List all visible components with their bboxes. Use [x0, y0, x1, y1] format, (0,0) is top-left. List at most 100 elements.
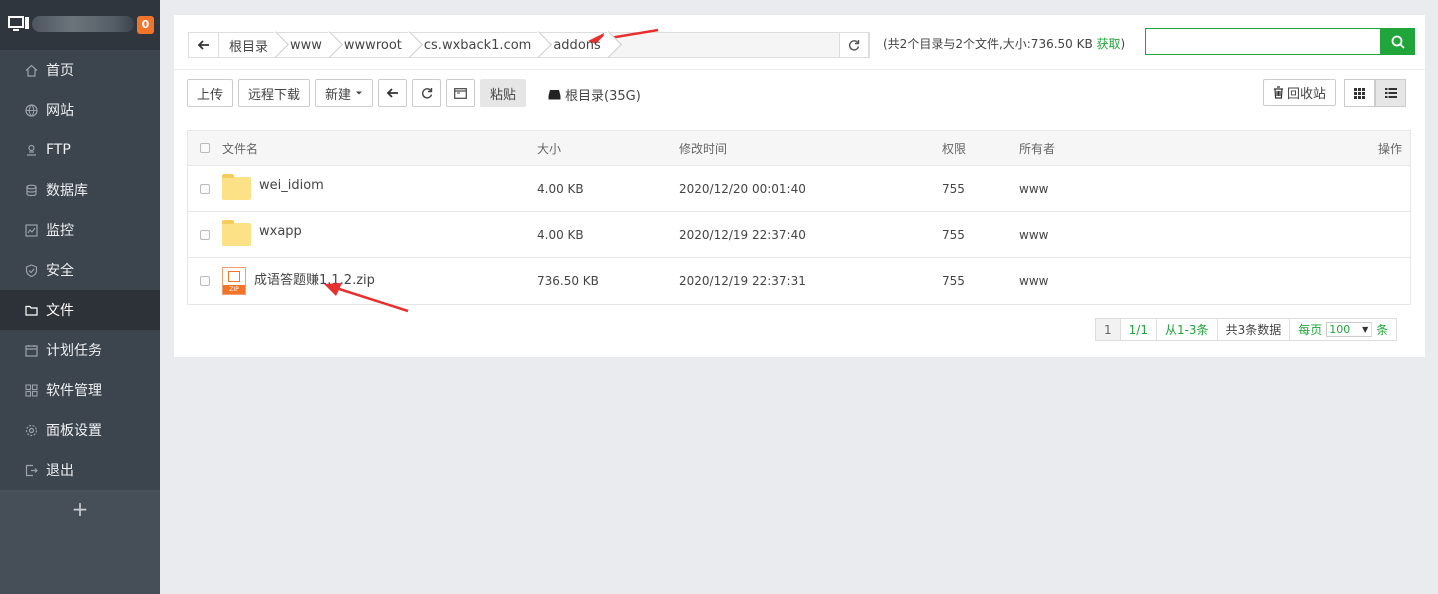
get-size-link[interactable]: 获取 [1097, 37, 1121, 51]
sidebar-item-label: 退出 [46, 463, 74, 479]
terminal-button[interactable] [446, 79, 476, 107]
home-icon [24, 63, 38, 77]
breadcrumb-label: addons [553, 37, 601, 53]
sidebar-item-logout[interactable]: 退出 [0, 450, 160, 490]
row-checkbox-cell [188, 276, 222, 286]
go-back-button[interactable] [378, 79, 408, 107]
row-checkbox-cell [188, 229, 222, 240]
table-row[interactable]: wxapp 4.00 KB 2020/12/19 22:37:40 755 ww… [188, 212, 1410, 258]
breadcrumb-item[interactable]: 根目录 [219, 33, 279, 57]
header-perm: 权限 [942, 141, 967, 156]
sidebar-item-monitor[interactable]: 监控 [0, 210, 160, 250]
refresh-icon [421, 88, 432, 99]
zip-file-icon: ZIP [222, 267, 246, 295]
perm-cell[interactable]: 755 [942, 274, 1019, 288]
per-page-select[interactable]: 100 [1326, 322, 1373, 337]
header-name[interactable]: 文件名 [222, 140, 537, 157]
breadcrumb-label: 根目录 [229, 39, 269, 55]
select-all-checkbox[interactable] [200, 143, 210, 153]
apps-icon [24, 383, 38, 397]
shield-icon [24, 263, 38, 277]
sidebar: 0 首页 网站 FTP 数据库 监控 安全 文件 计划任务 软件管理 面板设置 … [0, 0, 160, 594]
recycle-label: 回收站 [1287, 86, 1327, 101]
pagination: 1 1/1 从1-3条 共3条数据 每页 100 条 [1095, 318, 1398, 341]
row-checkbox[interactable] [200, 183, 210, 194]
directory-summary: (共2个目录与2个文件,大小:736.50 KB 获取) [883, 35, 1125, 52]
refresh-button[interactable] [412, 79, 442, 107]
size-cell: 4.00 KB [537, 227, 584, 242]
header-time[interactable]: 修改时间 [679, 140, 942, 157]
disk-selector[interactable]: 根目录(35G) [548, 85, 641, 104]
list-icon [1384, 88, 1397, 98]
row-checkbox[interactable] [200, 229, 210, 240]
search-input[interactable] [1146, 29, 1380, 54]
sidebar-item-label: 计划任务 [46, 343, 102, 359]
page-total: 共3条数据 [1218, 319, 1291, 340]
header-size[interactable]: 大小 [537, 140, 679, 157]
annotation-arrow-zip [324, 283, 409, 313]
refresh-path-button[interactable] [839, 32, 869, 58]
row-checkbox[interactable] [200, 276, 210, 286]
sidebar-item-security[interactable]: 安全 [0, 250, 160, 290]
file-name[interactable]: wxapp [259, 224, 302, 239]
owner-cell[interactable]: www [1019, 274, 1319, 288]
globe-icon [24, 103, 38, 117]
notification-badge[interactable]: 0 [137, 16, 154, 34]
logout-icon [24, 463, 38, 477]
sidebar-item-label: 软件管理 [46, 383, 102, 399]
folder-icon [222, 174, 251, 200]
grid-view-button[interactable] [1344, 79, 1375, 107]
breadcrumb-item[interactable]: cs.wxback1.com [411, 33, 542, 57]
time-cell: 2020/12/19 22:37:31 [679, 274, 806, 288]
upload-button[interactable]: 上传 [187, 79, 234, 107]
sidebar-item-home[interactable]: 首页 [0, 50, 160, 90]
remote-download-button[interactable]: 远程下载 [238, 79, 311, 107]
sidebar-item-files[interactable]: 文件 [0, 290, 160, 330]
table-header: 文件名 大小 修改时间 权限 所有者 操作 [188, 131, 1410, 166]
sidebar-add-button[interactable]: + [0, 490, 160, 530]
recycle-bin-button[interactable]: 回收站 [1263, 79, 1337, 106]
breadcrumb-item[interactable]: wwwroot [331, 33, 412, 57]
file-name[interactable]: wei_idiom [259, 178, 324, 193]
sidebar-item-cron[interactable]: 计划任务 [0, 330, 160, 370]
search-button[interactable] [1381, 28, 1415, 55]
sidebar-item-settings[interactable]: 面板设置 [0, 410, 160, 450]
name-cell: wei_idiom [222, 174, 537, 200]
sidebar-item-software[interactable]: 软件管理 [0, 370, 160, 410]
owner-cell[interactable]: www [1019, 182, 1319, 196]
refresh-icon [848, 40, 860, 51]
sidebar-item-website[interactable]: 网站 [0, 90, 160, 130]
owner-cell[interactable]: www [1019, 228, 1319, 242]
list-view-button[interactable] [1375, 79, 1406, 107]
sidebar-item-ftp[interactable]: FTP [0, 130, 160, 170]
perm-cell[interactable]: 755 [942, 182, 1019, 196]
perm-cell[interactable]: 755 [942, 228, 1019, 242]
sidebar-item-label: 首页 [46, 63, 74, 79]
search-icon [1391, 35, 1405, 49]
size-cell: 4.00 KB [537, 181, 584, 196]
paste-button[interactable]: 粘贴 [480, 79, 527, 107]
table-row[interactable]: wei_idiom 4.00 KB 2020/12/20 00:01:40 75… [188, 166, 1410, 212]
back-button[interactable] [189, 33, 219, 57]
terminal-icon [454, 87, 467, 99]
new-dropdown-button[interactable]: 新建 [315, 79, 374, 107]
per-page-group: 每页 100 条 [1290, 319, 1396, 340]
sidebar-item-database[interactable]: 数据库 [0, 170, 160, 210]
sidebar-footer [0, 528, 160, 594]
sidebar-item-label: 监控 [46, 223, 74, 239]
header-op: 操作 [1377, 141, 1402, 156]
summary-close: ) [1120, 37, 1126, 51]
header-owner: 所有者 [1019, 141, 1056, 156]
arrow-left-icon [386, 88, 398, 98]
page-current: 1 [1096, 319, 1121, 340]
per-page-unit: 条 [1376, 323, 1389, 337]
grid-icon [1354, 87, 1365, 99]
folder-icon [24, 303, 38, 317]
header-checkbox-cell [188, 143, 222, 153]
server-name-blurred [32, 16, 134, 32]
time-cell: 2020/12/19 22:37:40 [679, 227, 806, 242]
breadcrumb: 根目录 www wwwroot cs.wxback1.com addons [188, 32, 870, 58]
sidebar-item-label: 数据库 [46, 183, 88, 199]
breadcrumb-item-current[interactable]: addons [541, 33, 611, 57]
sidebar-header: 0 [0, 0, 160, 50]
